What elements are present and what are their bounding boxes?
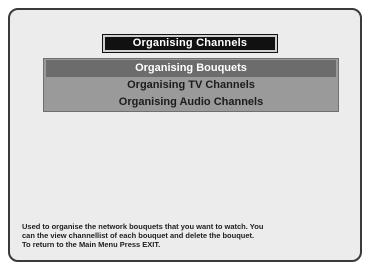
help-line-1: Used to organise the network bouquets th… <box>22 222 264 231</box>
channel-menu: Organising Bouquets Organising TV Channe… <box>43 58 339 112</box>
menu-item-organising-tv-channels[interactable]: Organising TV Channels <box>44 77 338 94</box>
help-line-3: To return to the Main Menu Press EXIT. <box>22 240 161 249</box>
tv-screen: Organising Channels Organising Bouquets … <box>8 8 362 262</box>
help-text: Used to organise the network bouquets th… <box>22 222 352 249</box>
page-title: Organising Channels <box>102 34 278 53</box>
menu-item-organising-audio-channels[interactable]: Organising Audio Channels <box>44 94 338 111</box>
help-line-2: can the view channellist of each bouquet… <box>22 231 255 240</box>
menu-item-organising-bouquets[interactable]: Organising Bouquets <box>46 60 336 77</box>
